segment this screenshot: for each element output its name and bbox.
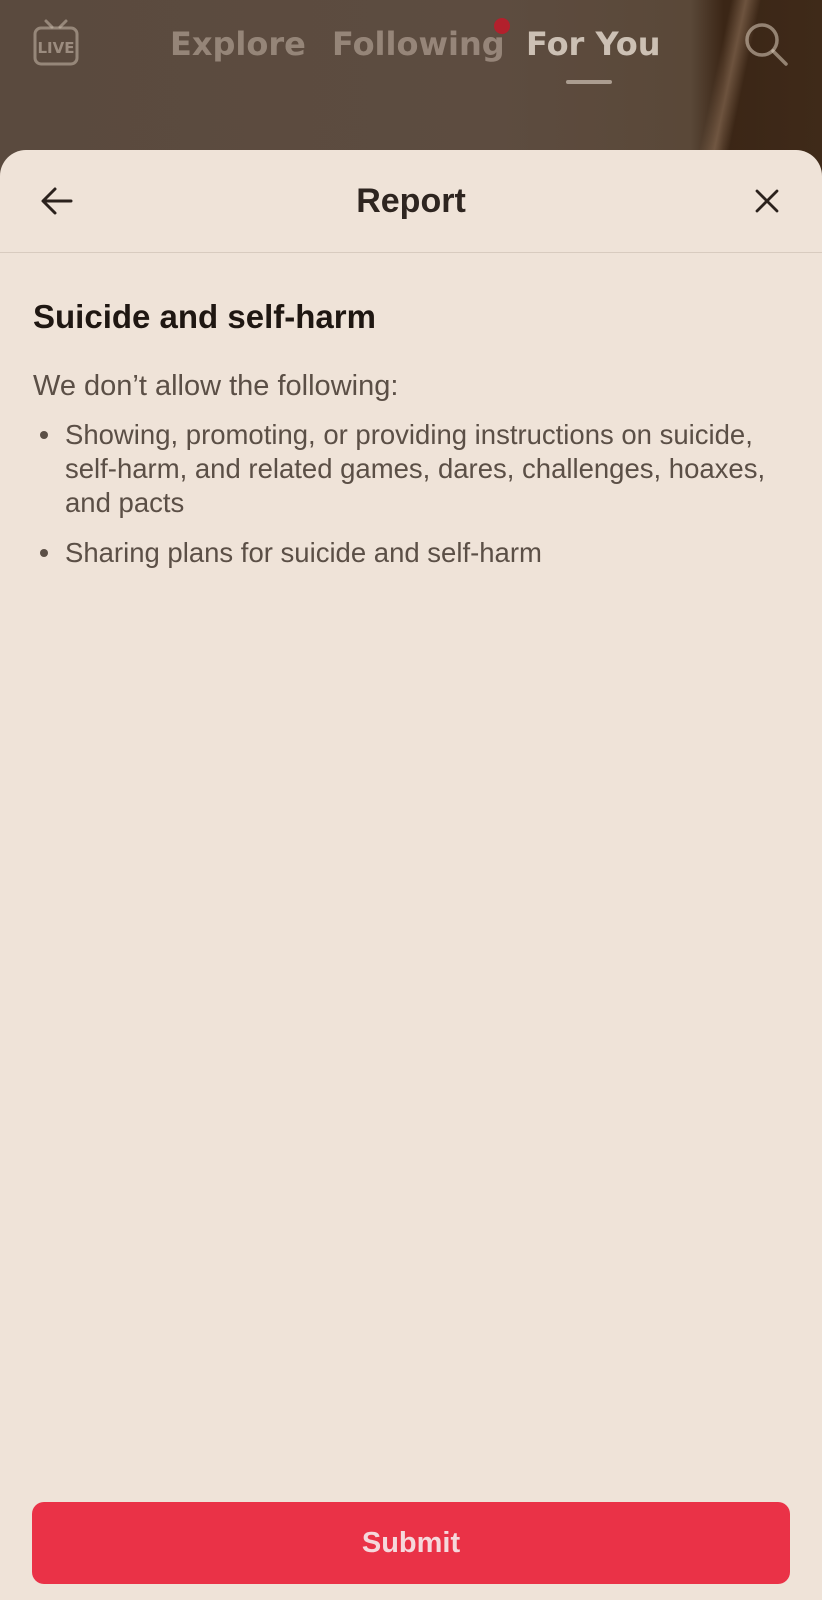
policy-intro: We don’t allow the following:	[33, 370, 399, 402]
search-icon[interactable]	[742, 20, 790, 68]
close-icon	[755, 189, 779, 213]
live-tv-icon[interactable]: LIVE	[32, 18, 80, 68]
report-sheet: Report Suicide and self-harm We don’t al…	[0, 150, 822, 1600]
report-content: Suicide and self-harm We don’t allow the…	[33, 296, 789, 586]
bullet-icon	[40, 431, 48, 439]
active-tab-indicator	[566, 80, 612, 84]
sheet-title: Report	[356, 182, 466, 220]
live-label: LIVE	[38, 39, 75, 57]
section-title: Suicide and self-harm	[33, 298, 376, 335]
rule-text: Sharing plans for suicide and self-harm	[65, 537, 542, 568]
tab-following[interactable]: Following	[332, 24, 505, 64]
submit-button[interactable]: Submit	[32, 1502, 790, 1584]
list-item: Showing, promoting, or providing instruc…	[33, 418, 789, 520]
tab-explore[interactable]: Explore	[170, 24, 306, 64]
list-item: Sharing plans for suicide and self-harm	[33, 536, 789, 570]
close-button[interactable]	[744, 178, 790, 224]
rule-text: Showing, promoting, or providing instruc…	[65, 419, 766, 518]
notification-dot	[494, 18, 510, 34]
tab-for-you[interactable]: For You	[526, 24, 660, 64]
bullet-icon	[40, 549, 48, 557]
sheet-header: Report	[0, 150, 822, 253]
policy-rules-list: Showing, promoting, or providing instruc…	[33, 418, 789, 570]
top-navigation: LIVE Explore Following For You	[0, 0, 822, 110]
